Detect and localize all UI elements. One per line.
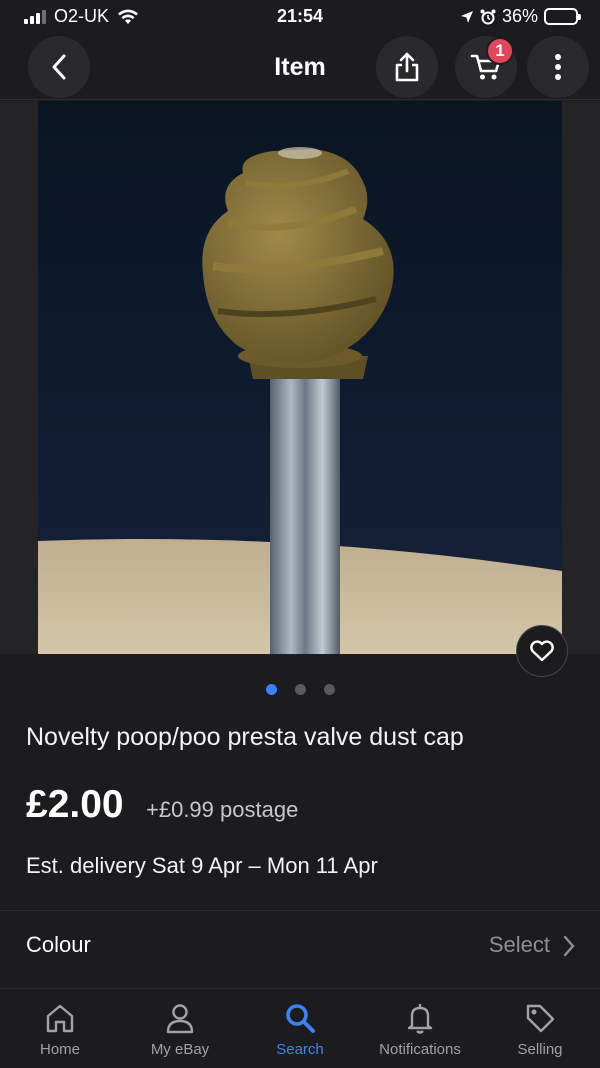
watch-button[interactable] (516, 625, 568, 677)
pagination-dot[interactable] (294, 684, 306, 695)
pagination-dot[interactable] (323, 684, 335, 695)
product-photo[interactable] (38, 101, 562, 654)
chevron-right-icon (563, 935, 575, 957)
tab-label: Notifications (379, 1041, 461, 1058)
postage-cost: +£0.99 postage (146, 797, 299, 822)
tab-label: Home (39, 1041, 80, 1058)
share-icon (395, 52, 419, 82)
colour-label: Colour (26, 932, 91, 957)
tab-notifications[interactable]: Notifications (360, 989, 480, 1068)
item-title: Novelty poop/poo presta valve dust cap (26, 723, 464, 751)
tab-label: Search (276, 1041, 324, 1058)
person-icon (166, 1004, 194, 1034)
home-icon (46, 1004, 74, 1033)
more-options-button[interactable] (527, 36, 589, 98)
bell-icon (407, 1004, 433, 1034)
battery-percent: 36% (501, 6, 538, 26)
tag-icon (526, 1004, 555, 1033)
tab-search[interactable]: Search (240, 989, 360, 1068)
tab-home[interactable]: Home (0, 989, 120, 1068)
colour-select-text[interactable]: Select (489, 932, 550, 958)
heart-icon (530, 640, 554, 662)
item-price: £2.00 (26, 783, 124, 826)
share-button[interactable] (376, 36, 438, 98)
bottom-tab-bar: Home My eBay Search Notifications Sellin… (0, 988, 600, 1068)
product-image (38, 101, 562, 654)
colour-selector[interactable]: Colour Select (0, 914, 600, 976)
battery-icon (544, 8, 581, 25)
divider (0, 910, 600, 911)
tab-my-ebay[interactable]: My eBay (120, 989, 240, 1068)
search-icon (286, 1004, 315, 1033)
gallery-pagination[interactable] (0, 684, 600, 695)
tab-label: Selling (517, 1041, 563, 1058)
pagination-dot[interactable] (265, 684, 277, 695)
more-vertical-icon (555, 54, 561, 80)
tab-label: My eBay (150, 1041, 210, 1058)
alarm-icon (480, 9, 496, 24)
image-gallery[interactable] (0, 101, 600, 654)
cart-count-badge: 1 (486, 37, 514, 65)
tab-selling[interactable]: Selling (480, 989, 600, 1068)
item-header: Item 1 (0, 34, 600, 100)
status-bar: O2-UK 21:54 36% (0, 0, 600, 34)
status-right: 36% (460, 6, 581, 27)
location-arrow-icon (460, 10, 473, 23)
estimated-delivery: Est. delivery Sat 9 Apr – Mon 11 Apr (26, 853, 378, 878)
